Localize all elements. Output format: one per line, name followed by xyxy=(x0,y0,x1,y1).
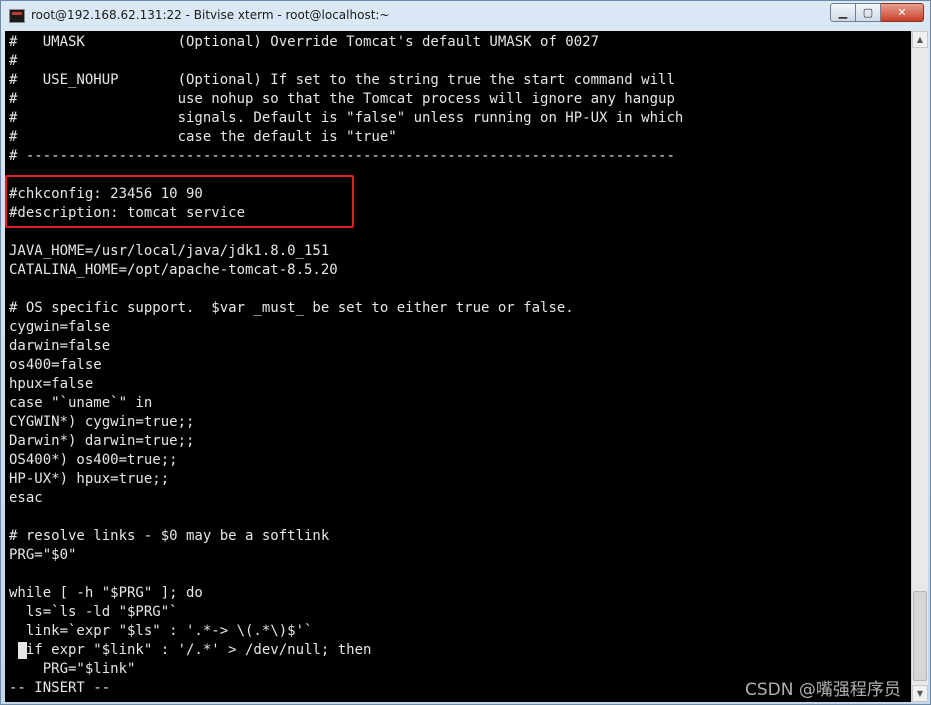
terminal-line: os400=false xyxy=(9,357,102,373)
terminal-line: # case the default is "true" xyxy=(9,129,397,145)
minimize-button[interactable]: ▁ xyxy=(830,3,856,22)
terminal-line: JAVA_HOME=/usr/local/java/jdk1.8.0_151 xyxy=(9,243,330,259)
terminal-line: # --------------------------------------… xyxy=(9,148,675,164)
vim-mode-indicator: -- INSERT -- xyxy=(9,680,111,696)
terminal-line: # signals. Default is "false" unless run… xyxy=(9,110,684,126)
window-controls: ▁ ▢ ✕ xyxy=(830,3,924,23)
terminal-line: case "`uname`" in xyxy=(9,395,153,411)
terminal-line: if expr "$link" : '/.*' > /dev/null; the… xyxy=(9,642,372,658)
terminal-line: CATALINA_HOME=/opt/apache-tomcat-8.5.20 xyxy=(9,262,338,278)
terminal-output[interactable]: # UMASK (Optional) Override Tomcat's def… xyxy=(5,31,911,702)
terminal-line: ls=`ls -ld "$PRG"` xyxy=(9,604,178,620)
terminal-line: esac xyxy=(9,490,43,506)
terminal-line: # xyxy=(9,53,18,69)
text-cursor xyxy=(18,642,27,659)
terminal-app-icon[interactable] xyxy=(9,9,25,23)
csdn-watermark: CSDN @嘴强程序员 xyxy=(745,680,901,700)
close-button[interactable]: ✕ xyxy=(881,3,924,22)
terminal-line: PRG="$link" xyxy=(9,661,136,677)
terminal-line: # resolve links - $0 may be a softlink xyxy=(9,528,330,544)
scroll-up-arrow-icon[interactable]: ▲ xyxy=(912,31,928,48)
terminal-line: darwin=false xyxy=(9,338,111,354)
vertical-scrollbar[interactable]: ▲ ▼ xyxy=(911,31,928,702)
terminal-line: OS400*) os400=true;; xyxy=(9,452,178,468)
terminal-line: PRG="$0" xyxy=(9,547,77,563)
terminal-lines: # UMASK (Optional) Override Tomcat's def… xyxy=(9,33,683,698)
scroll-down-arrow-icon[interactable]: ▼ xyxy=(912,685,928,702)
highlight-box xyxy=(5,175,354,228)
maximize-button[interactable]: ▢ xyxy=(856,3,881,22)
terminal-line: # OS specific support. $var _must_ be se… xyxy=(9,300,574,316)
app-window: root@192.168.62.131:22 - Bitvise xterm -… xyxy=(0,0,931,705)
scrollbar-thumb[interactable] xyxy=(913,591,927,681)
window-title: root@192.168.62.131:22 - Bitvise xterm -… xyxy=(31,8,390,22)
terminal-line: Darwin*) darwin=true;; xyxy=(9,433,195,449)
terminal-line: # UMASK (Optional) Override Tomcat's def… xyxy=(9,34,600,50)
terminal-line: # use nohup so that the Tomcat process w… xyxy=(9,91,675,107)
terminal-line: while [ -h "$PRG" ]; do xyxy=(9,585,203,601)
terminal-line: # USE_NOHUP (Optional) If set to the str… xyxy=(9,72,675,88)
terminal-line: CYGWIN*) cygwin=true;; xyxy=(9,414,195,430)
terminal-line: HP-UX*) hpux=true;; xyxy=(9,471,170,487)
terminal-line: hpux=false xyxy=(9,376,94,392)
title-bar[interactable]: root@192.168.62.131:22 - Bitvise xterm -… xyxy=(1,1,930,32)
terminal-line: link=`expr "$ls" : '.*-> \(.*\)$'` xyxy=(9,623,313,639)
terminal-line: cygwin=false xyxy=(9,319,111,335)
